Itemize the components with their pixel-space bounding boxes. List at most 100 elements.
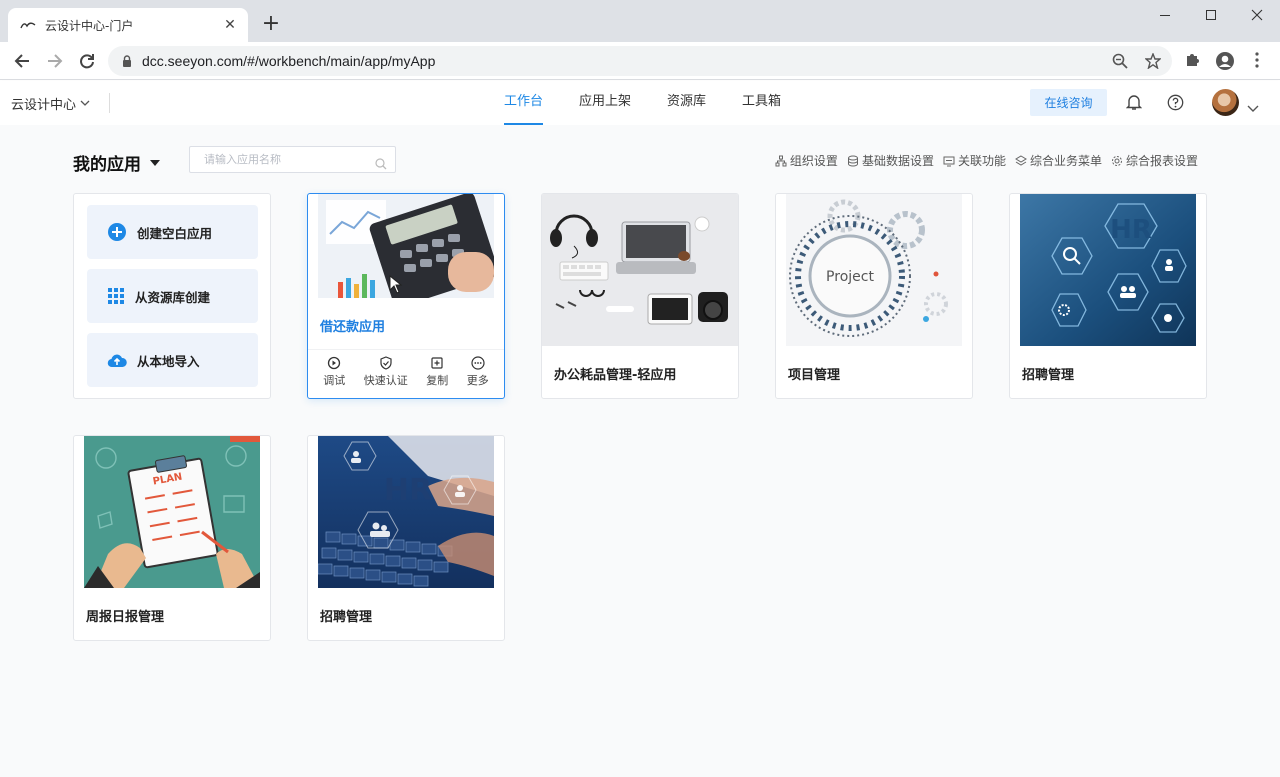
copy-icon bbox=[431, 357, 443, 369]
quick-auth-button[interactable]: 快速认证 bbox=[363, 356, 408, 398]
import-local-button[interactable]: 从本地导入 bbox=[87, 333, 258, 387]
lock-icon bbox=[122, 52, 132, 71]
nav-workbench[interactable]: 工作台 bbox=[504, 81, 544, 125]
avatar[interactable] bbox=[1212, 89, 1239, 116]
app-card-office-supplies[interactable]: 办公耗品管理-轻应用 bbox=[541, 193, 739, 399]
more-dots-icon bbox=[471, 356, 485, 370]
url-text: dcc.seeyon.com/#/workbench/main/app/myAp… bbox=[142, 53, 436, 69]
shield-check-icon bbox=[380, 356, 392, 370]
database-icon bbox=[847, 155, 858, 166]
app-thumbnail-plan: PLAN bbox=[84, 436, 260, 588]
brand-name: 云设计中心 bbox=[11, 98, 77, 113]
forward-arrow-icon[interactable] bbox=[42, 48, 68, 74]
zoom-icon[interactable] bbox=[1112, 53, 1128, 73]
app-name[interactable]: 办公耗品管理-轻应用 bbox=[554, 364, 676, 383]
app-name[interactable]: 招聘管理 bbox=[320, 606, 372, 625]
action-label: 基础数据设置 bbox=[861, 154, 934, 168]
app-thumbnail-hr: HR bbox=[1020, 194, 1196, 346]
divider bbox=[109, 93, 110, 113]
app-card-loan[interactable]: 借还款应用 调试 快速认证 复制 更多 bbox=[307, 193, 505, 399]
button-label: 从本地导入 bbox=[137, 353, 200, 369]
project-thumb-text: Project bbox=[826, 269, 874, 285]
app-card-weekly-daily-report[interactable]: PLAN 周报日报管理 bbox=[73, 435, 271, 641]
base-data-settings-link[interactable]: 基础数据设置 bbox=[847, 152, 934, 169]
app-name[interactable]: 项目管理 bbox=[788, 364, 840, 383]
browser-menu-icon[interactable] bbox=[1254, 51, 1260, 73]
search-icon[interactable] bbox=[375, 154, 387, 179]
nav-app-publish[interactable]: 应用上架 bbox=[579, 81, 631, 125]
op-label: 复制 bbox=[426, 374, 449, 387]
page-title[interactable]: 我的应用 bbox=[73, 150, 160, 175]
linked-functions-link[interactable]: 关联功能 bbox=[943, 152, 1006, 169]
app-card-recruitment[interactable]: HR 招聘管理 bbox=[1009, 193, 1207, 399]
tab-title: 云设计中心-门户 bbox=[45, 18, 134, 33]
button-label: 从资源库创建 bbox=[135, 289, 211, 305]
link-monitor-icon bbox=[943, 156, 955, 166]
window-close-icon[interactable] bbox=[1234, 0, 1280, 30]
nav-toolbox[interactable]: 工具箱 bbox=[742, 81, 781, 125]
cloud-upload-icon bbox=[107, 354, 127, 368]
create-from-library-button[interactable]: 从资源库创建 bbox=[87, 269, 258, 323]
layers-icon bbox=[1014, 154, 1027, 166]
nav-resource-library[interactable]: 资源库 bbox=[667, 81, 706, 125]
app-name[interactable]: 招聘管理 bbox=[1022, 364, 1074, 383]
app-card-recruitment-2[interactable]: HR 招聘管理 bbox=[307, 435, 505, 641]
app-thumbnail-desk bbox=[542, 194, 738, 346]
hr-thumb-text: HR bbox=[384, 473, 432, 508]
app-search-input[interactable]: 请输入应用名称 bbox=[189, 146, 396, 173]
debug-button[interactable]: 调试 bbox=[323, 356, 346, 398]
browser-toolbar: dcc.seeyon.com/#/workbench/main/app/myAp… bbox=[0, 42, 1280, 80]
app-card-project[interactable]: Project 项目管理 bbox=[775, 193, 973, 399]
profile-account-icon[interactable] bbox=[1215, 51, 1235, 75]
chevron-down-icon[interactable] bbox=[1247, 98, 1259, 117]
button-label: 创建空白应用 bbox=[137, 225, 213, 241]
back-arrow-icon[interactable] bbox=[9, 48, 35, 74]
action-label: 综合业务菜单 bbox=[1029, 154, 1102, 168]
chevron-down-icon bbox=[80, 96, 90, 111]
plus-circle-icon bbox=[108, 223, 126, 241]
bell-icon[interactable] bbox=[1125, 94, 1143, 115]
online-consult-button[interactable]: 在线咨询 bbox=[1030, 89, 1107, 116]
extensions-puzzle-icon[interactable] bbox=[1184, 51, 1201, 72]
main-nav: 工作台 应用上架 资源库 工具箱 bbox=[504, 81, 817, 125]
op-label: 快速认证 bbox=[363, 374, 408, 387]
debug-icon bbox=[328, 356, 341, 370]
page-title-text: 我的应用 bbox=[73, 155, 141, 175]
main-content: 我的应用 请输入应用名称 组织设置 基础数据设置 关联功能 综合业务菜单 综合报… bbox=[0, 125, 1280, 777]
address-bar[interactable]: dcc.seeyon.com/#/workbench/main/app/myAp… bbox=[108, 46, 1172, 76]
caret-down-icon bbox=[150, 159, 160, 166]
seeyon-favicon-icon bbox=[20, 19, 36, 31]
create-blank-app-button[interactable]: 创建空白应用 bbox=[87, 205, 258, 259]
minimize-icon[interactable] bbox=[1142, 0, 1188, 30]
app-thumbnail-project: Project bbox=[786, 194, 962, 346]
copy-button[interactable]: 复制 bbox=[426, 356, 449, 398]
op-label: 更多 bbox=[466, 374, 489, 387]
browser-tabstrip: 云设计中心-门户 ✕ + bbox=[0, 0, 1280, 42]
search-placeholder: 请输入应用名称 bbox=[204, 153, 281, 166]
business-menu-link[interactable]: 综合业务菜单 bbox=[1014, 152, 1102, 169]
hr-thumb-text: HR bbox=[1110, 215, 1152, 245]
more-button[interactable]: 更多 bbox=[466, 356, 489, 398]
brand-switcher[interactable]: 云设计中心 bbox=[11, 94, 90, 113]
op-label: 调试 bbox=[323, 374, 346, 387]
app-thumbnail-hr-keyboard: HR bbox=[318, 436, 494, 588]
report-settings-link[interactable]: 综合报表设置 bbox=[1111, 152, 1198, 169]
create-app-card: 创建空白应用 从资源库创建 从本地导入 bbox=[73, 193, 271, 399]
help-icon[interactable] bbox=[1167, 94, 1184, 115]
action-label: 组织设置 bbox=[789, 154, 838, 168]
org-tree-icon bbox=[775, 155, 787, 166]
browser-tab[interactable]: 云设计中心-门户 ✕ bbox=[8, 8, 248, 42]
app-name[interactable]: 借还款应用 bbox=[320, 316, 385, 335]
app-name[interactable]: 周报日报管理 bbox=[86, 606, 164, 625]
grid-icon bbox=[108, 288, 124, 304]
bookmark-star-icon[interactable] bbox=[1144, 52, 1162, 73]
setting-actions: 组织设置 基础数据设置 关联功能 综合业务菜单 综合报表设置 bbox=[766, 152, 1198, 169]
new-tab-icon[interactable]: + bbox=[258, 12, 284, 38]
reload-icon[interactable] bbox=[74, 48, 100, 74]
app-thumbnail-calculator bbox=[318, 194, 494, 298]
maximize-icon[interactable] bbox=[1188, 0, 1234, 30]
app-card-operations: 调试 快速认证 复制 更多 bbox=[308, 349, 504, 398]
tab-close-icon[interactable]: ✕ bbox=[222, 17, 238, 33]
org-settings-link[interactable]: 组织设置 bbox=[775, 152, 838, 169]
action-label: 综合报表设置 bbox=[1125, 154, 1198, 168]
